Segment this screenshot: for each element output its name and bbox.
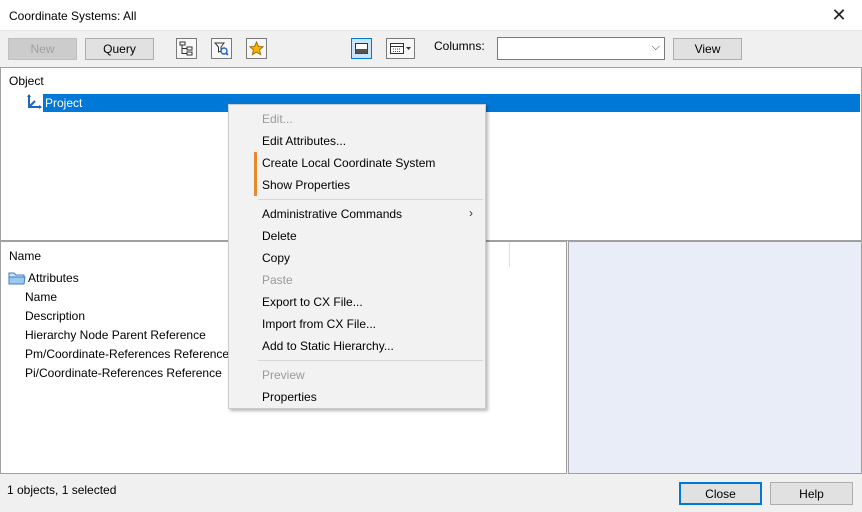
- menu-item-preview[interactable]: Preview: [229, 364, 485, 386]
- window-title: Coordinate Systems: All: [9, 9, 137, 23]
- status-text: 1 objects, 1 selected: [7, 483, 117, 497]
- context-menu: Edit... Edit Attributes... Create Local …: [228, 104, 486, 409]
- menu-item-edit-attributes[interactable]: Edit Attributes...: [229, 130, 485, 152]
- preview-pane: [568, 241, 862, 474]
- toolbar: New Query Columns: ⌵ View: [0, 31, 862, 67]
- columns-label: Columns:: [434, 39, 485, 53]
- menu-item-export-cx[interactable]: Export to CX File...: [229, 291, 485, 313]
- menu-item-create-local-coordinate-system[interactable]: Create Local Coordinate System: [229, 152, 485, 174]
- menu-item-administrative-commands[interactable]: Administrative Commands ›: [229, 203, 485, 225]
- menu-item-import-cx[interactable]: Import from CX File...: [229, 313, 485, 335]
- menu-item-add-static-hierarchy[interactable]: Add to Static Hierarchy...: [229, 335, 485, 357]
- attribute-item[interactable]: Name: [25, 290, 57, 304]
- title-bar: Coordinate Systems: All ✕: [0, 0, 862, 31]
- chevron-down-icon: ⌵: [651, 41, 660, 53]
- menu-item-show-properties[interactable]: Show Properties: [229, 174, 485, 196]
- new-button[interactable]: New: [8, 38, 77, 60]
- help-button[interactable]: Help: [770, 482, 853, 505]
- close-button[interactable]: Close: [679, 482, 762, 505]
- menu-separator: [258, 360, 483, 361]
- attribute-item[interactable]: Description: [25, 309, 85, 323]
- attributes-group[interactable]: Attributes: [8, 270, 79, 286]
- attribute-item[interactable]: Pm/Coordinate-References Reference: [25, 347, 229, 361]
- status-bar: 1 objects, 1 selected Close Help: [0, 474, 862, 512]
- attribute-item[interactable]: Hierarchy Node Parent Reference: [25, 328, 206, 342]
- favorites-star-icon[interactable]: [246, 38, 267, 59]
- menu-item-paste[interactable]: Paste: [229, 269, 485, 291]
- hierarchy-tree-icon[interactable]: [176, 38, 197, 59]
- query-button[interactable]: Query: [85, 38, 154, 60]
- submenu-arrow-icon: ›: [469, 206, 473, 220]
- tree-item-project-label: Project: [45, 96, 83, 110]
- filter-search-icon[interactable]: [211, 38, 232, 59]
- menu-item-copy[interactable]: Copy: [229, 247, 485, 269]
- menu-item-edit[interactable]: Edit...: [229, 108, 485, 130]
- layout-pane-icon[interactable]: [351, 38, 372, 59]
- menu-item-delete[interactable]: Delete: [229, 225, 485, 247]
- coordinate-system-icon: [25, 93, 43, 111]
- attribute-item[interactable]: Pi/Coordinate-References Reference: [25, 366, 222, 380]
- close-window-icon[interactable]: ✕: [816, 0, 862, 31]
- attributes-group-label: Attributes: [28, 271, 79, 285]
- columns-combobox[interactable]: ⌵: [497, 37, 665, 60]
- name-header-label: Name: [9, 249, 42, 263]
- view-button[interactable]: View: [673, 38, 742, 60]
- view-mode-dropdown-icon[interactable]: [386, 38, 415, 59]
- folder-icon: [8, 272, 26, 285]
- tree-column-header: Object: [9, 74, 44, 88]
- menu-separator: [258, 199, 483, 200]
- menu-item-properties[interactable]: Properties: [229, 386, 485, 408]
